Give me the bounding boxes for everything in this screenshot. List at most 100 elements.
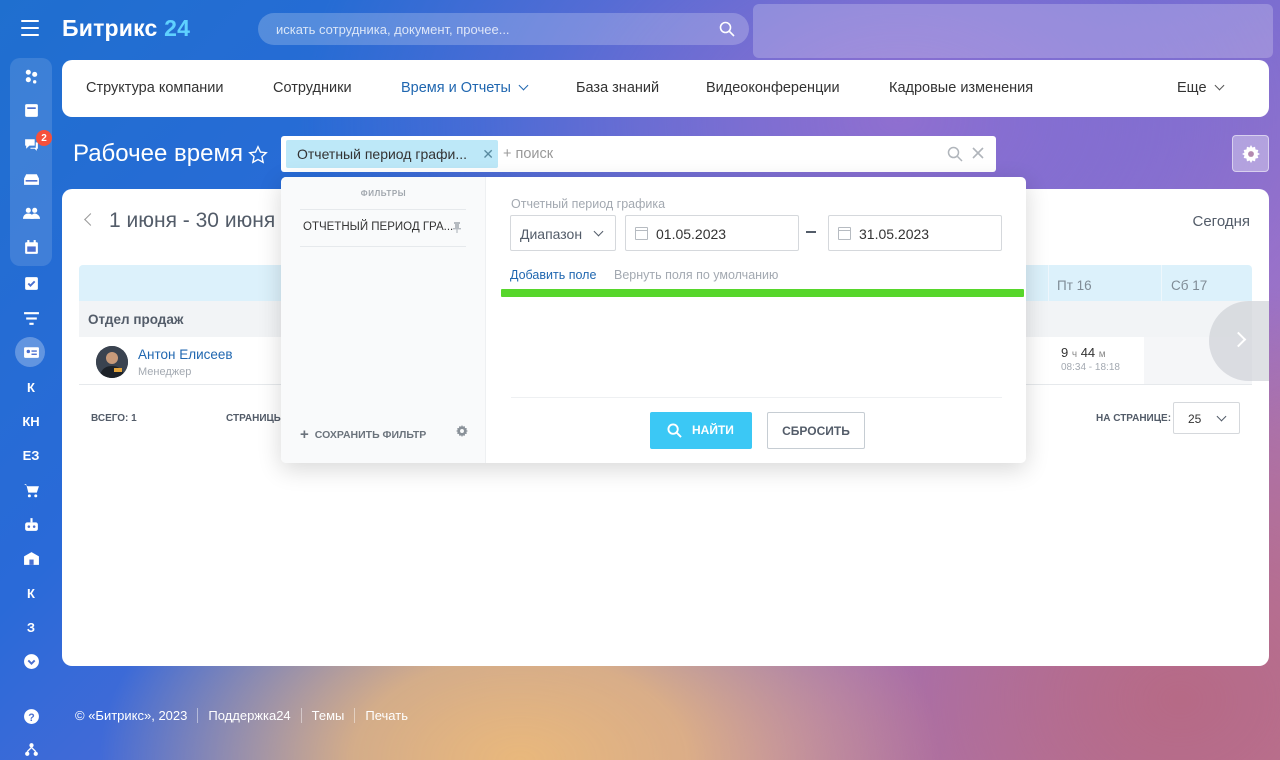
chevron-down-icon: [1216, 411, 1227, 422]
date-from-field[interactable]: 01.05.2023: [625, 215, 799, 251]
id-card-icon[interactable]: [14, 339, 48, 365]
find-button-label: НАЙТИ: [692, 423, 734, 437]
highlight-bar: [501, 289, 1024, 297]
rail-letter-kn[interactable]: КН: [14, 408, 48, 434]
help-icon[interactable]: ?: [14, 703, 48, 729]
save-filter-button[interactable]: + СОХРАНИТЬ ФИЛЬТР: [300, 425, 427, 443]
calendar-icon[interactable]: [635, 227, 648, 240]
per-page-label: НА СТРАНИЦЕ:: [1096, 413, 1172, 424]
search-icon: [667, 423, 682, 438]
department-name: Отдел продаж: [88, 312, 184, 327]
logo[interactable]: Битрикс 24: [62, 15, 190, 42]
settings-button[interactable]: [1232, 135, 1269, 172]
calendar-icon[interactable]: [838, 227, 851, 240]
store-icon[interactable]: [14, 545, 48, 571]
filter-search-placeholder[interactable]: + поиск: [503, 146, 553, 162]
find-button[interactable]: НАЙТИ: [650, 412, 752, 449]
filter-presets: ФИЛЬТРЫ ОТЧЕТНЫЙ ПЕРИОД ГРА... + СОХРАНИТ…: [281, 177, 486, 463]
day-header: Пт 16: [1057, 278, 1092, 293]
period-navigator[interactable]: 1 июня - 30 июня: [84, 209, 276, 233]
plus-icon: +: [300, 426, 309, 443]
employee-name[interactable]: Антон Елисеев: [138, 347, 233, 362]
divider: [511, 397, 1002, 398]
users-icon[interactable]: [14, 200, 48, 226]
structure-icon[interactable]: [14, 736, 48, 760]
hours-value: 9: [1061, 345, 1069, 360]
close-icon[interactable]: ✕: [482, 146, 494, 163]
robot-icon[interactable]: [14, 511, 48, 537]
tasks-icon[interactable]: [14, 97, 48, 123]
nav-employees[interactable]: Сотрудники: [273, 80, 352, 96]
chat-badge: 2: [36, 130, 52, 146]
avatar[interactable]: [96, 346, 128, 378]
filter-bar[interactable]: Отчетный период графи... ✕ + поиск: [281, 136, 996, 172]
date-from-value: 01.05.2023: [656, 226, 727, 242]
calendar-icon[interactable]: [14, 234, 48, 260]
column-separator: [1161, 265, 1162, 301]
star-icon[interactable]: [247, 144, 269, 166]
chevron-down-icon: [1214, 80, 1224, 91]
clear-icon[interactable]: [971, 146, 985, 160]
top-nav: Структура компании Сотрудники Время и От…: [62, 60, 1269, 117]
rail-letter-k2[interactable]: К: [14, 580, 48, 606]
field-label: Отчетный период графика: [511, 197, 666, 211]
feed-icon[interactable]: [14, 63, 48, 89]
minutes-unit: м: [1098, 349, 1106, 360]
svg-text:?: ?: [28, 711, 34, 723]
save-filter-label: СОХРАНИТЬ ФИЛЬТР: [314, 429, 427, 441]
search-input[interactable]: [276, 13, 706, 45]
range-type-value: Диапазон: [520, 226, 583, 242]
range-type-select[interactable]: Диапазон: [510, 215, 616, 251]
gear-icon[interactable]: [456, 425, 468, 437]
page-title: Рабочее время: [73, 140, 243, 167]
search-icon[interactable]: [947, 146, 963, 162]
worked-range: 08:34 - 18:18: [1061, 362, 1120, 373]
employee-position: Менеджер: [138, 366, 192, 378]
left-rail: 2 К КН ЕЗ К З ?: [0, 0, 62, 760]
logo-text: Битрикс: [62, 15, 158, 41]
worked-time[interactable]: 9 ч 44 м: [1061, 345, 1106, 360]
drive-icon[interactable]: [14, 166, 48, 192]
more-down-icon[interactable]: [14, 648, 48, 674]
filters-header: ФИЛЬТРЫ: [360, 189, 407, 198]
nav-time-reports-label: Время и Отчеты: [401, 80, 511, 96]
add-field-link[interactable]: Добавить поле: [510, 268, 596, 282]
cart-icon[interactable]: [14, 477, 48, 503]
nav-time-reports[interactable]: Время и Отчеты: [401, 80, 529, 96]
nav-more[interactable]: Еще: [1177, 80, 1224, 96]
per-page-select[interactable]: 25: [1173, 402, 1240, 434]
reset-button[interactable]: СБРОСИТЬ: [767, 412, 865, 449]
today-button[interactable]: Сегодня: [1193, 213, 1251, 230]
nav-knowledge-base[interactable]: База знаний: [576, 80, 659, 96]
rail-letter-k[interactable]: К: [14, 374, 48, 400]
date-to-field[interactable]: 31.05.2023: [828, 215, 1002, 251]
topbar-right-area: [753, 4, 1273, 58]
rail-letter-z[interactable]: З: [14, 614, 48, 640]
funnel-icon[interactable]: [14, 305, 48, 331]
column-separator: [1048, 265, 1049, 301]
themes-link[interactable]: Темы: [300, 708, 355, 723]
menu-icon[interactable]: [21, 20, 39, 36]
rail-letter-ez[interactable]: ЕЗ: [14, 442, 48, 468]
pin-icon[interactable]: [453, 222, 461, 233]
checklist-icon[interactable]: [14, 270, 48, 296]
per-page-value: 25: [1188, 412, 1202, 426]
support-link[interactable]: Поддержка24: [197, 708, 301, 723]
nav-video-conferences[interactable]: Видеоконференции: [706, 80, 840, 96]
gear-icon: [1242, 145, 1260, 163]
nav-company-structure[interactable]: Структура компании: [86, 80, 223, 96]
filter-tag[interactable]: Отчетный период графи... ✕: [286, 140, 498, 168]
restore-default-fields-link[interactable]: Вернуть поля по умолчанию: [614, 268, 778, 282]
nav-hr-changes[interactable]: Кадровые изменения: [889, 80, 1033, 96]
range-dash: [806, 231, 816, 233]
print-link[interactable]: Печать: [354, 708, 418, 723]
filter-popup: ФИЛЬТРЫ ОТЧЕТНЫЙ ПЕРИОД ГРА... + СОХРАНИТ…: [281, 177, 1026, 463]
minutes-value: 44: [1080, 345, 1096, 360]
chevron-right-icon: [1230, 331, 1247, 348]
global-search: [258, 13, 749, 45]
date-to-value: 31.05.2023: [859, 226, 930, 242]
search-icon[interactable]: [719, 21, 735, 37]
chevron-left-icon[interactable]: [84, 213, 97, 226]
period-label: 1 июня - 30 июня: [109, 209, 276, 232]
filter-preset-item[interactable]: ОТЧЕТНЫЙ ПЕРИОД ГРА...: [300, 209, 466, 247]
